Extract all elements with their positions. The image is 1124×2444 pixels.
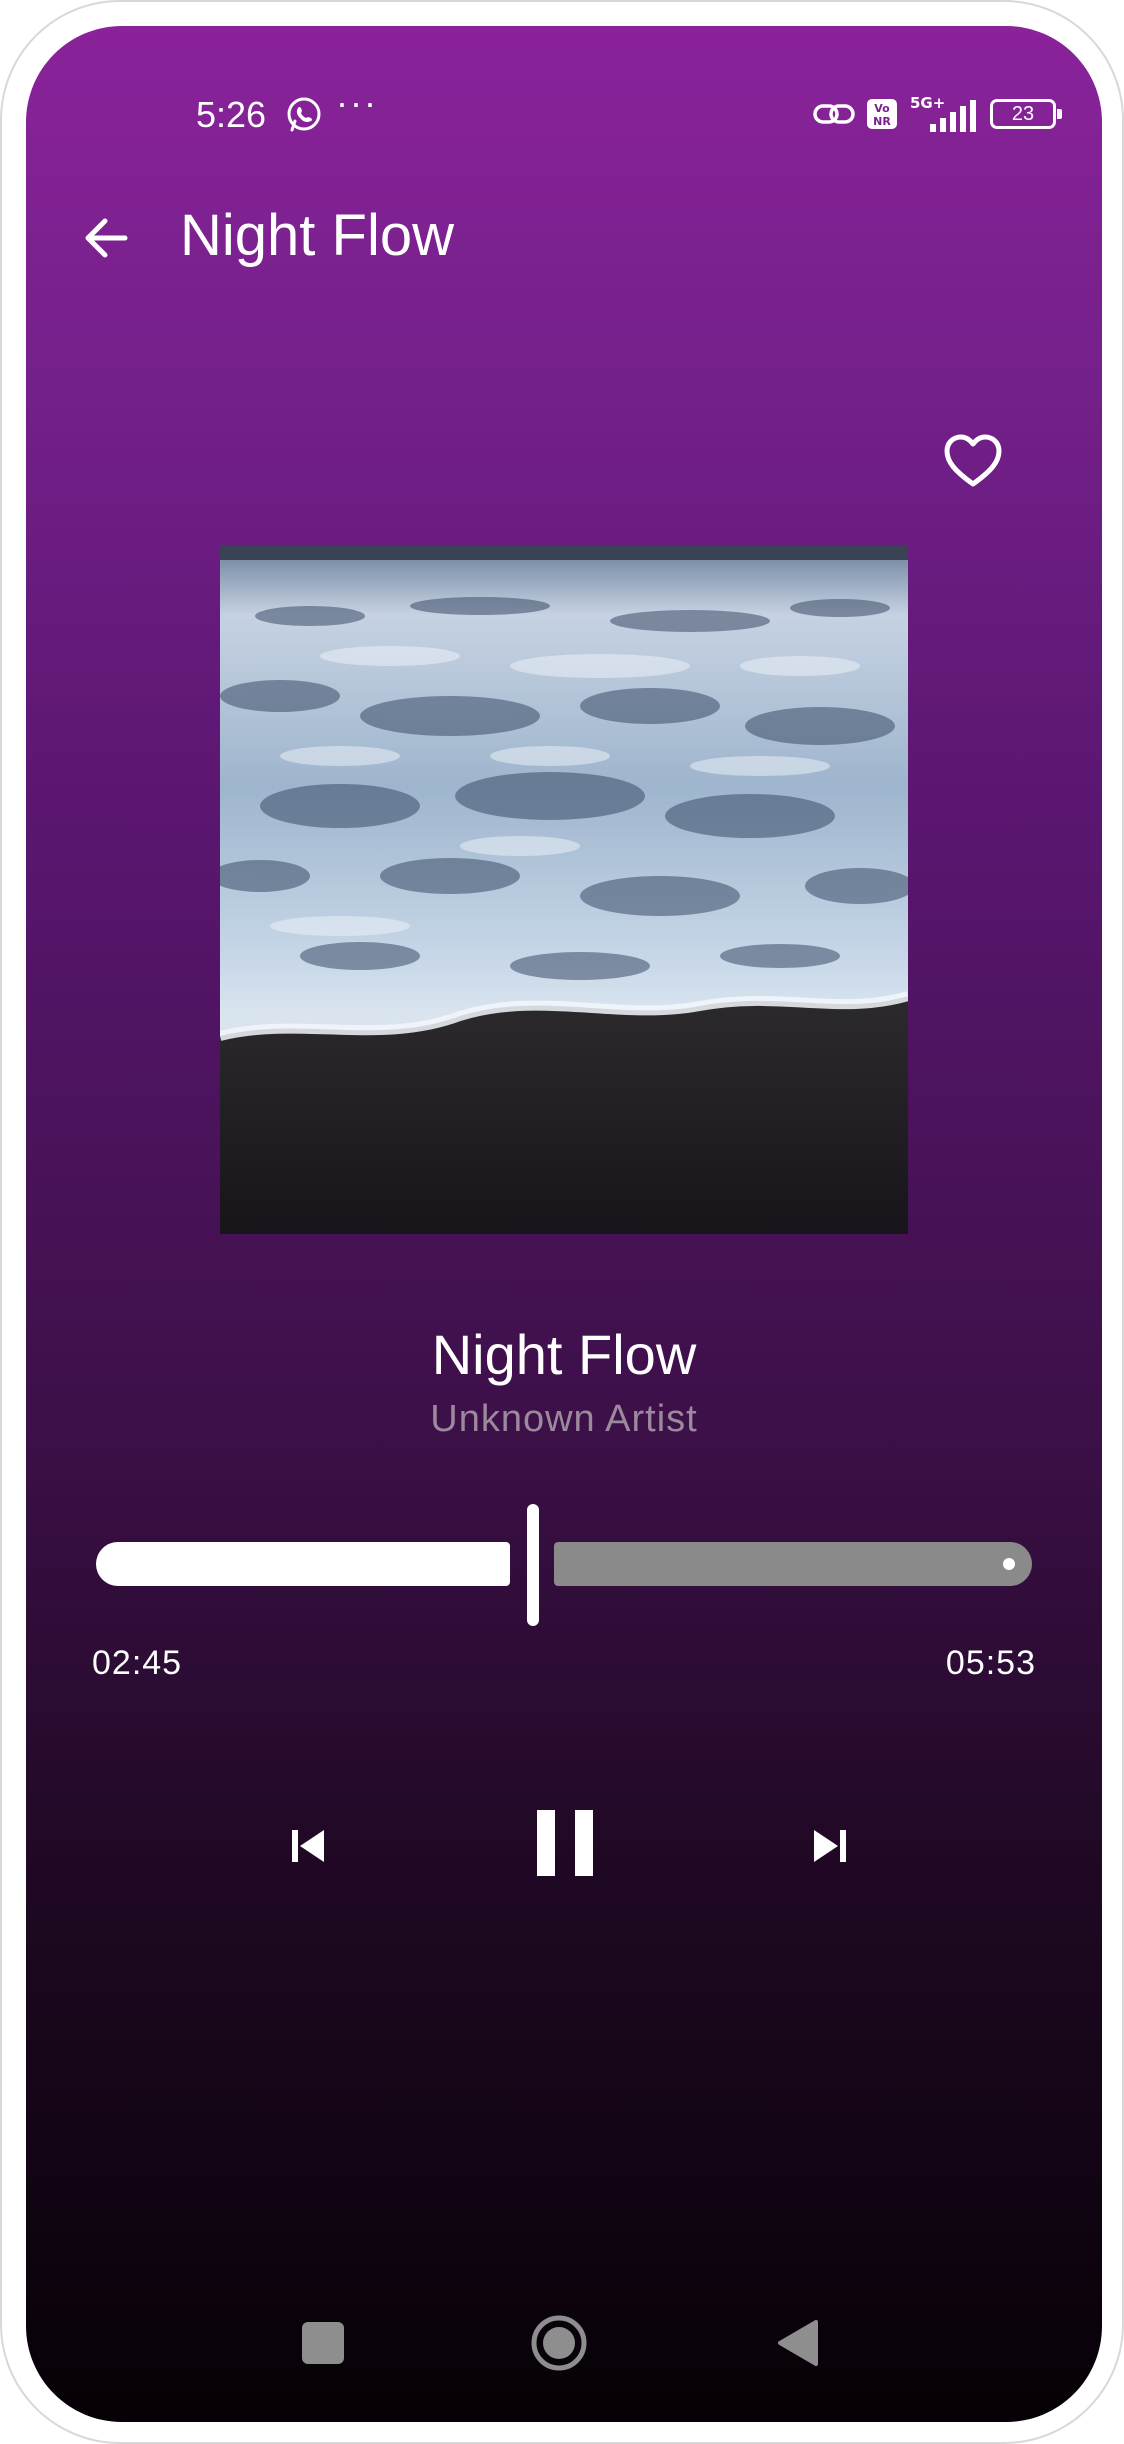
back-button[interactable] xyxy=(76,208,136,268)
ocean-foam-on-sand-image xyxy=(220,546,908,1234)
track-artist: Unknown Artist xyxy=(430,1398,698,1440)
skip-next-icon xyxy=(814,1830,846,1862)
album-art xyxy=(220,546,908,1234)
track-title: Night Flow xyxy=(431,1323,697,1386)
previous-track-button[interactable] xyxy=(268,1806,348,1886)
home-nav-button[interactable] xyxy=(530,2314,588,2372)
svg-text:Vo: Vo xyxy=(874,102,890,115)
phone-frame: 5:26 ··· Vo NR 5G+ 23 Night Flow Night F… xyxy=(0,0,1124,2444)
page-title: Night Flow xyxy=(180,203,454,268)
status-bar: 5:26 ··· Vo NR 5G+ 23 xyxy=(26,26,1102,166)
arrow-left-icon xyxy=(85,218,128,258)
back-nav-button[interactable] xyxy=(772,2318,822,2368)
next-track-button[interactable] xyxy=(790,1806,870,1886)
status-icons: Vo NR 5G+ 23 xyxy=(812,94,1062,134)
elapsed-time: 02:45 xyxy=(92,1644,183,1682)
heart-outline-icon xyxy=(944,434,1002,487)
more-notifications-icon: ··· xyxy=(336,82,378,123)
progress-played-track[interactable] xyxy=(96,1542,510,1586)
skip-previous-icon xyxy=(292,1830,324,1862)
whatsapp-icon xyxy=(287,97,321,132)
progress-end-marker xyxy=(1003,1558,1015,1570)
battery-icon: 23 xyxy=(990,99,1062,129)
play-pause-button[interactable] xyxy=(510,1788,620,1898)
volte-icon: Vo NR xyxy=(867,99,897,129)
pause-icon xyxy=(537,1810,593,1876)
total-time: 05:53 xyxy=(945,1644,1036,1682)
favorite-button[interactable] xyxy=(938,426,1008,496)
status-time: 5:26 xyxy=(196,94,267,135)
progress-slider-thumb[interactable] xyxy=(527,1504,539,1626)
network-label: 5G+ xyxy=(910,94,945,112)
signal-5g-icon: 5G+ xyxy=(910,94,976,132)
link-icon xyxy=(813,104,855,124)
recents-nav-button[interactable] xyxy=(302,2322,344,2364)
player-screen: 5:26 ··· Vo NR 5G+ 23 Night Flow Night F… xyxy=(26,26,1102,2422)
svg-text:NR: NR xyxy=(873,115,891,128)
progress-remaining-track[interactable] xyxy=(554,1542,1032,1586)
